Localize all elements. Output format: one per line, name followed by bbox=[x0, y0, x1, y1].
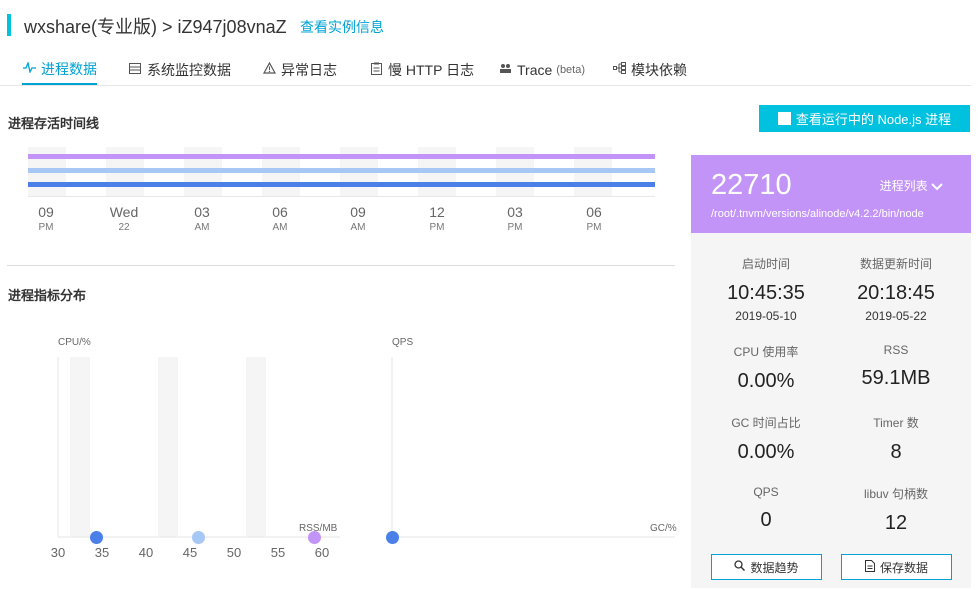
rss-x-tick: 60 bbox=[314, 545, 330, 560]
tab-module-deps[interactable]: 模块依赖 bbox=[612, 54, 687, 85]
rss-x-tick: 50 bbox=[226, 545, 242, 560]
rss-x-tick: 40 bbox=[138, 545, 154, 560]
process-info-panel: 22710 进程列表 /root/.tnvm/versions/alinode/… bbox=[691, 155, 971, 588]
tab-label: 进程数据 bbox=[41, 60, 97, 77]
qps-y-axis-label: QPS bbox=[392, 337, 414, 348]
cpu-rss-point[interactable] bbox=[308, 531, 322, 544]
view-running-processes-button[interactable]: 查看运行中的 Node.js 进程 bbox=[759, 105, 970, 132]
cpu-grid-stripe bbox=[70, 357, 90, 537]
rss-x-tick: 45 bbox=[182, 545, 198, 560]
process-header: 22710 进程列表 /root/.tnvm/versions/alinode/… bbox=[691, 155, 971, 233]
save-data-label: 保存数据 bbox=[879, 560, 928, 575]
users-icon bbox=[498, 63, 512, 77]
timeline-tick: 03 AM bbox=[194, 204, 210, 233]
square-icon bbox=[777, 112, 791, 125]
metric-distribution-charts bbox=[57, 357, 675, 538]
gc-x-axis-label: GC/% bbox=[650, 523, 677, 534]
tab-bar: 进程数据 系统监控数据 异常日志 慢 HTTP 日志 Trace (beta) … bbox=[0, 54, 971, 86]
rss-x-tick: 30 bbox=[50, 545, 66, 560]
tab-label: 模块依赖 bbox=[631, 61, 687, 78]
libuv-handles-stat: libuv 句柄数 12 bbox=[863, 487, 928, 534]
process-list-dropdown[interactable]: 进程列表 bbox=[880, 177, 943, 194]
process-lifeline[interactable] bbox=[28, 168, 655, 173]
timer-count-stat: Timer 数8 bbox=[873, 416, 919, 463]
section-divider bbox=[7, 265, 675, 266]
file-icon bbox=[864, 559, 875, 575]
tab-label: 慢 HTTP 日志 bbox=[388, 61, 475, 78]
timeline-tick: 06 PM bbox=[586, 204, 602, 233]
timeline-tick: Wed 22 bbox=[109, 204, 139, 233]
timeline-section-title: 进程存活时间线 bbox=[8, 116, 100, 131]
timeline-tick: 09 AM bbox=[350, 204, 366, 233]
save-data-button[interactable]: 保存数据 bbox=[841, 554, 952, 580]
search-icon bbox=[734, 560, 746, 574]
start-time-stat: 启动时间 10:45:35 2019-05-10 bbox=[727, 257, 805, 323]
page-title: wxshare(专业版) > iZ947j08vnaZ bbox=[24, 17, 287, 37]
cpu-grid-stripe bbox=[246, 357, 266, 537]
tab-trace[interactable]: Trace (beta) bbox=[498, 54, 585, 85]
tab-error-log[interactable]: 异常日志 bbox=[262, 54, 337, 85]
tab-label: Trace bbox=[517, 61, 553, 78]
process-path: /root/.tnvm/versions/alinode/v4.2.2/bin/… bbox=[711, 208, 924, 220]
cpu-y-axis-label: CPU/% bbox=[58, 337, 91, 348]
server-icon bbox=[128, 62, 142, 77]
cpu-rss-point[interactable] bbox=[89, 531, 103, 544]
rss-stat: RSS 59.1MB bbox=[861, 343, 931, 389]
process-pid: 22710 bbox=[711, 169, 792, 201]
cpu-rss-point[interactable] bbox=[191, 531, 205, 544]
pulse-icon bbox=[22, 60, 36, 76]
page-header: wxshare(专业版) > iZ947j08vnaZ 查看实例信息 bbox=[0, 0, 979, 50]
update-time-stat: 数据更新时间 20:18:45 2019-05-22 bbox=[857, 257, 935, 323]
view-instance-info-link[interactable]: 查看实例信息 bbox=[300, 17, 384, 37]
timeline-axis bbox=[28, 196, 655, 197]
distribution-section-title: 进程指标分布 bbox=[8, 288, 87, 303]
data-trend-button[interactable]: 数据趋势 bbox=[711, 554, 822, 580]
cpu-grid-stripe bbox=[158, 357, 178, 537]
rss-x-tick: 55 bbox=[270, 545, 286, 560]
clipboard-icon bbox=[369, 62, 383, 78]
gc-time-stat: GC 时间占比 0.00% bbox=[731, 416, 801, 463]
chevron-down-icon bbox=[931, 179, 943, 193]
timeline-tick: 06 AM bbox=[272, 204, 288, 233]
tab-slow-http-log[interactable]: 慢 HTTP 日志 bbox=[369, 54, 474, 85]
tab-label: 系统监控数据 bbox=[147, 61, 231, 78]
tab-process-data[interactable]: 进程数据 bbox=[22, 54, 97, 85]
qps-gc-point[interactable] bbox=[386, 531, 399, 544]
tab-system-monitor[interactable]: 系统监控数据 bbox=[128, 54, 231, 85]
process-list-label: 进程列表 bbox=[879, 179, 928, 193]
header-accent-bar bbox=[7, 14, 11, 36]
cpu-usage-stat: CPU 使用率 0.00% bbox=[733, 345, 799, 392]
timeline-tick: 09 PM bbox=[38, 204, 54, 233]
data-trend-label: 数据趋势 bbox=[750, 560, 799, 575]
timeline-tick: 03 PM bbox=[507, 204, 523, 233]
warning-icon bbox=[262, 61, 276, 77]
hierarchy-icon bbox=[612, 62, 626, 77]
process-lifeline[interactable] bbox=[28, 154, 655, 159]
tab-label: 异常日志 bbox=[281, 61, 337, 78]
process-timeline bbox=[28, 147, 655, 199]
timeline-tick: 12 PM bbox=[429, 204, 445, 233]
process-lifeline[interactable] bbox=[28, 182, 655, 187]
view-running-processes-label: 查看运行中的 Node.js 进程 bbox=[795, 112, 952, 127]
rss-x-tick: 35 bbox=[94, 545, 110, 560]
tab-beta-tag: (beta) bbox=[556, 63, 586, 76]
qps-stat: QPS 0 bbox=[753, 485, 779, 531]
